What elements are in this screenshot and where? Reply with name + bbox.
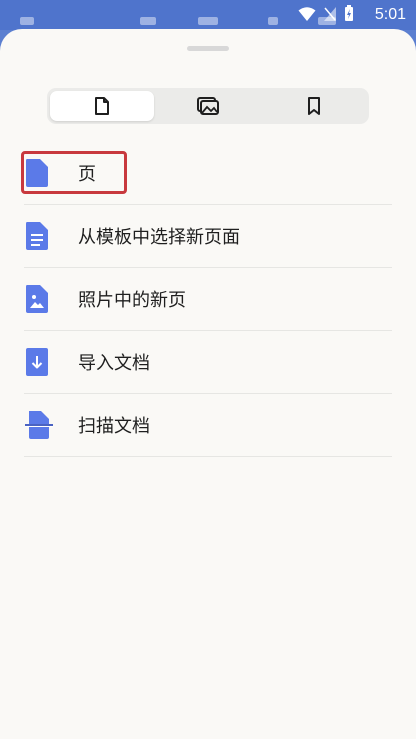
tab-bookmarks[interactable]: [262, 91, 366, 121]
images-icon: [197, 97, 219, 115]
menu-item-photo-page[interactable]: 照片中的新页: [24, 268, 392, 331]
photo-page-icon: [26, 285, 48, 313]
menu-item-label: 照片中的新页: [78, 290, 186, 311]
menu-item-label: 扫描文档: [78, 416, 150, 437]
menu-item-template-page[interactable]: 从模板中选择新页面: [24, 205, 392, 268]
status-icons: [298, 5, 354, 22]
menu-item-label: 导入文档: [78, 353, 150, 374]
import-document-icon: [26, 348, 48, 376]
page-icon: [95, 97, 109, 115]
status-bar: 5:01: [0, 0, 416, 30]
battery-charging-icon: [345, 5, 353, 21]
background-toolbar-hint: [20, 17, 34, 25]
menu-item-scan-document[interactable]: 扫描文档: [24, 394, 392, 457]
background-toolbar-hint: [140, 17, 156, 25]
add-page-options: 页 从模板中选择新页面 照片中的新页 导入文档 扫描文档: [21, 142, 392, 457]
tab-page[interactable]: [50, 91, 154, 121]
page-type-tabs: [47, 88, 369, 124]
selection-highlight: [21, 151, 127, 194]
signal-icon: [324, 6, 336, 21]
drag-handle[interactable]: [187, 46, 229, 51]
bookmark-icon: [308, 97, 320, 115]
background-toolbar-hint: [198, 17, 218, 25]
menu-item-label: 从模板中选择新页面: [78, 227, 240, 248]
menu-item-blank-page[interactable]: 页: [21, 142, 392, 205]
wifi-icon: [298, 6, 316, 21]
status-time: 5:01: [374, 6, 406, 23]
background-toolbar-hint: [268, 17, 278, 25]
template-page-icon: [26, 222, 48, 250]
tab-images[interactable]: [156, 91, 260, 121]
add-page-sheet: 页 从模板中选择新页面 照片中的新页 导入文档 扫描文档: [0, 29, 416, 739]
scan-document-icon: [25, 411, 53, 439]
menu-item-import-document[interactable]: 导入文档: [24, 331, 392, 394]
